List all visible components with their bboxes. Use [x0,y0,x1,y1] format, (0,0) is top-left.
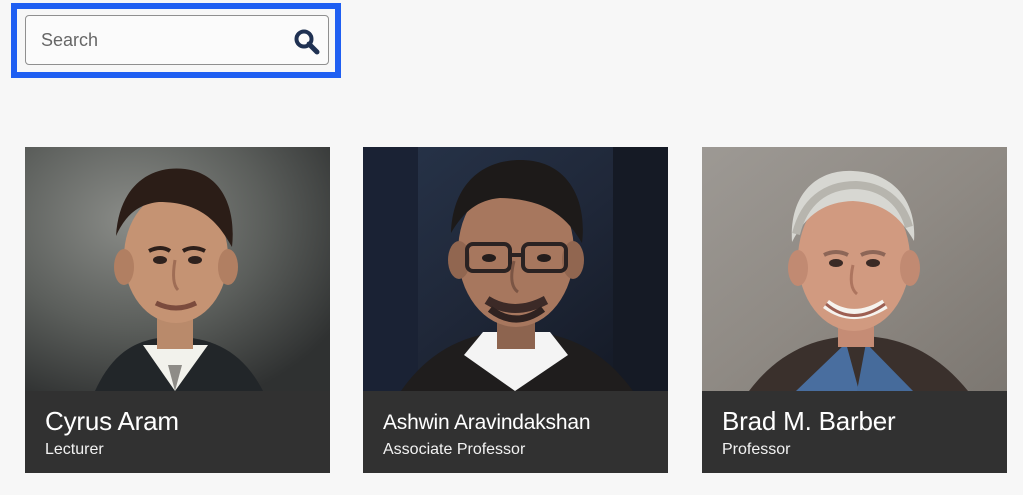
faculty-name[interactable]: Cyrus Aram [45,406,179,436]
faculty-card[interactable]: Brad M. Barber Professor [702,147,1007,473]
faculty-title: Associate Professor [383,441,526,458]
faculty-title: Professor [722,441,791,458]
faculty-caption: Cyrus Aram Lecturer [25,391,330,473]
faculty-name[interactable]: Brad M. Barber [722,406,896,436]
faculty-card[interactable]: Ashwin Aravindakshan Associate Professor [363,147,668,473]
faculty-photo [363,147,668,391]
faculty-photo [702,147,1007,391]
search-box[interactable] [25,15,329,65]
faculty-photo [25,147,330,391]
search-input[interactable] [41,26,291,54]
faculty-title: Lecturer [45,441,104,458]
search-icon [294,29,320,55]
faculty-caption: Ashwin Aravindakshan Associate Professor [363,391,668,473]
search-focus-ring [11,3,341,78]
faculty-caption: Brad M. Barber Professor [702,391,1007,473]
faculty-name[interactable]: Ashwin Aravindakshan [383,408,590,438]
search-button[interactable] [293,28,321,56]
faculty-card[interactable]: Cyrus Aram Lecturer [25,147,330,473]
